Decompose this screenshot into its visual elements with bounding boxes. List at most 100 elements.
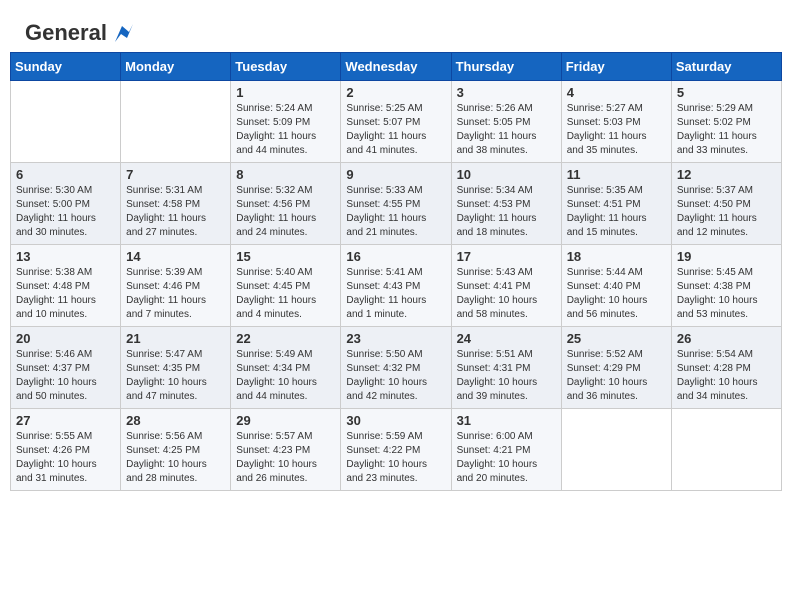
calendar-week-row: 13 Sunrise: 5:38 AM Sunset: 4:48 PM Dayli…	[11, 245, 782, 327]
calendar-cell: 5 Sunrise: 5:29 AM Sunset: 5:02 PM Daylig…	[671, 81, 781, 163]
day-number: 16	[346, 249, 445, 264]
calendar-cell: 13 Sunrise: 5:38 AM Sunset: 4:48 PM Dayli…	[11, 245, 121, 327]
calendar-cell	[121, 81, 231, 163]
calendar-cell: 18Sunrise: 5:44 AM Sunset: 4:40 PM Dayli…	[561, 245, 671, 327]
day-info: Sunrise: 5:41 AM Sunset: 4:43 PM Dayligh…	[346, 266, 445, 322]
calendar-cell: 28 Sunrise: 5:56 AM Sunset: 4:25 PM Dayli…	[121, 409, 231, 491]
calendar-body: 1Sunrise: 5:24 AM Sunset: 5:09 PM Daylig…	[11, 81, 782, 491]
calendar-cell: 14Sunrise: 5:39 AM Sunset: 4:46 PM Dayli…	[121, 245, 231, 327]
day-info: Sunrise: 5:25 AM Sunset: 5:07 PM Dayligh…	[346, 102, 445, 158]
calendar-cell: 22Sunrise: 5:49 AM Sunset: 4:34 PM Dayli…	[231, 327, 341, 409]
day-number: 17	[457, 249, 556, 264]
calendar-header-cell: Sunday	[11, 53, 121, 81]
day-info: Sunrise: 5:55 AM Sunset: 4:26 PM Dayligh…	[16, 430, 115, 486]
calendar-header-cell: Wednesday	[341, 53, 451, 81]
day-number: 15	[236, 249, 335, 264]
calendar-cell: 8 Sunrise: 5:32 AM Sunset: 4:56 PM Daylig…	[231, 163, 341, 245]
calendar-cell: 15 Sunrise: 5:40 AM Sunset: 4:45 PM Dayli…	[231, 245, 341, 327]
logo: General	[25, 20, 133, 42]
day-info: Sunrise: 5:57 AM Sunset: 4:23 PM Dayligh…	[236, 430, 335, 486]
calendar-header-cell: Monday	[121, 53, 231, 81]
day-number: 14	[126, 249, 225, 264]
calendar-cell: 6 Sunrise: 5:30 AM Sunset: 5:00 PM Daylig…	[11, 163, 121, 245]
calendar-header-cell: Friday	[561, 53, 671, 81]
day-info: Sunrise: 5:40 AM Sunset: 4:45 PM Dayligh…	[236, 266, 335, 322]
calendar-cell: 4Sunrise: 5:27 AM Sunset: 5:03 PM Daylig…	[561, 81, 671, 163]
calendar-cell: 7 Sunrise: 5:31 AM Sunset: 4:58 PM Daylig…	[121, 163, 231, 245]
calendar-header-row: SundayMondayTuesdayWednesdayThursdayFrid…	[11, 53, 782, 81]
calendar-header-cell: Saturday	[671, 53, 781, 81]
calendar-cell: 17 Sunrise: 5:43 AM Sunset: 4:41 PM Dayli…	[451, 245, 561, 327]
day-info: Sunrise: 5:30 AM Sunset: 5:00 PM Dayligh…	[16, 184, 115, 240]
day-number: 5	[677, 85, 776, 100]
day-info: Sunrise: 5:31 AM Sunset: 4:58 PM Dayligh…	[126, 184, 225, 240]
day-number: 30	[346, 413, 445, 428]
logo-bird-icon	[111, 24, 133, 42]
day-info: Sunrise: 5:26 AM Sunset: 5:05 PM Dayligh…	[457, 102, 556, 158]
calendar-header-cell: Tuesday	[231, 53, 341, 81]
calendar-cell: 2 Sunrise: 5:25 AM Sunset: 5:07 PM Daylig…	[341, 81, 451, 163]
day-info: Sunrise: 5:29 AM Sunset: 5:02 PM Dayligh…	[677, 102, 776, 158]
day-number: 7	[126, 167, 225, 182]
day-info: Sunrise: 5:56 AM Sunset: 4:25 PM Dayligh…	[126, 430, 225, 486]
calendar-cell: 1Sunrise: 5:24 AM Sunset: 5:09 PM Daylig…	[231, 81, 341, 163]
day-info: Sunrise: 5:33 AM Sunset: 4:55 PM Dayligh…	[346, 184, 445, 240]
day-info: Sunrise: 5:59 AM Sunset: 4:22 PM Dayligh…	[346, 430, 445, 486]
calendar-header-cell: Thursday	[451, 53, 561, 81]
day-number: 2	[346, 85, 445, 100]
day-number: 20	[16, 331, 115, 346]
page-header: General	[10, 10, 782, 47]
day-number: 22	[236, 331, 335, 346]
day-number: 26	[677, 331, 776, 346]
day-number: 13	[16, 249, 115, 264]
calendar-cell: 10Sunrise: 5:34 AM Sunset: 4:53 PM Dayli…	[451, 163, 561, 245]
calendar-cell: 31 Sunrise: 6:00 AM Sunset: 4:21 PM Dayli…	[451, 409, 561, 491]
calendar-cell: 9Sunrise: 5:33 AM Sunset: 4:55 PM Daylig…	[341, 163, 451, 245]
calendar-cell: 29 Sunrise: 5:57 AM Sunset: 4:23 PM Dayli…	[231, 409, 341, 491]
calendar-cell: 30 Sunrise: 5:59 AM Sunset: 4:22 PM Dayli…	[341, 409, 451, 491]
calendar-week-row: 6 Sunrise: 5:30 AM Sunset: 5:00 PM Daylig…	[11, 163, 782, 245]
calendar-table: SundayMondayTuesdayWednesdayThursdayFrid…	[10, 52, 782, 491]
day-number: 4	[567, 85, 666, 100]
day-info: Sunrise: 5:32 AM Sunset: 4:56 PM Dayligh…	[236, 184, 335, 240]
day-number: 25	[567, 331, 666, 346]
day-info: Sunrise: 5:44 AM Sunset: 4:40 PM Dayligh…	[567, 266, 666, 322]
day-info: Sunrise: 5:47 AM Sunset: 4:35 PM Dayligh…	[126, 348, 225, 404]
day-info: Sunrise: 5:45 AM Sunset: 4:38 PM Dayligh…	[677, 266, 776, 322]
calendar-cell	[561, 409, 671, 491]
day-number: 6	[16, 167, 115, 182]
calendar-header: SundayMondayTuesdayWednesdayThursdayFrid…	[11, 53, 782, 81]
day-info: Sunrise: 5:37 AM Sunset: 4:50 PM Dayligh…	[677, 184, 776, 240]
calendar-cell: 20 Sunrise: 5:46 AM Sunset: 4:37 PM Dayli…	[11, 327, 121, 409]
calendar-cell: 11 Sunrise: 5:35 AM Sunset: 4:51 PM Dayli…	[561, 163, 671, 245]
day-number: 29	[236, 413, 335, 428]
day-info: Sunrise: 5:54 AM Sunset: 4:28 PM Dayligh…	[677, 348, 776, 404]
calendar-cell: 23Sunrise: 5:50 AM Sunset: 4:32 PM Dayli…	[341, 327, 451, 409]
day-number: 1	[236, 85, 335, 100]
day-info: Sunrise: 5:50 AM Sunset: 4:32 PM Dayligh…	[346, 348, 445, 404]
day-number: 21	[126, 331, 225, 346]
day-number: 28	[126, 413, 225, 428]
day-info: Sunrise: 6:00 AM Sunset: 4:21 PM Dayligh…	[457, 430, 556, 486]
day-info: Sunrise: 5:46 AM Sunset: 4:37 PM Dayligh…	[16, 348, 115, 404]
calendar-cell: 12 Sunrise: 5:37 AM Sunset: 4:50 PM Dayli…	[671, 163, 781, 245]
calendar-cell	[11, 81, 121, 163]
day-number: 31	[457, 413, 556, 428]
calendar-cell: 16 Sunrise: 5:41 AM Sunset: 4:43 PM Dayli…	[341, 245, 451, 327]
calendar-cell	[671, 409, 781, 491]
day-info: Sunrise: 5:43 AM Sunset: 4:41 PM Dayligh…	[457, 266, 556, 322]
day-info: Sunrise: 5:51 AM Sunset: 4:31 PM Dayligh…	[457, 348, 556, 404]
calendar-cell: 3Sunrise: 5:26 AM Sunset: 5:05 PM Daylig…	[451, 81, 561, 163]
day-number: 8	[236, 167, 335, 182]
day-number: 27	[16, 413, 115, 428]
calendar-cell: 24Sunrise: 5:51 AM Sunset: 4:31 PM Dayli…	[451, 327, 561, 409]
day-number: 12	[677, 167, 776, 182]
calendar-cell: 25Sunrise: 5:52 AM Sunset: 4:29 PM Dayli…	[561, 327, 671, 409]
calendar-cell: 26 Sunrise: 5:54 AM Sunset: 4:28 PM Dayli…	[671, 327, 781, 409]
calendar-week-row: 20 Sunrise: 5:46 AM Sunset: 4:37 PM Dayli…	[11, 327, 782, 409]
day-number: 11	[567, 167, 666, 182]
day-info: Sunrise: 5:35 AM Sunset: 4:51 PM Dayligh…	[567, 184, 666, 240]
day-info: Sunrise: 5:38 AM Sunset: 4:48 PM Dayligh…	[16, 266, 115, 322]
day-number: 19	[677, 249, 776, 264]
calendar-week-row: 1Sunrise: 5:24 AM Sunset: 5:09 PM Daylig…	[11, 81, 782, 163]
